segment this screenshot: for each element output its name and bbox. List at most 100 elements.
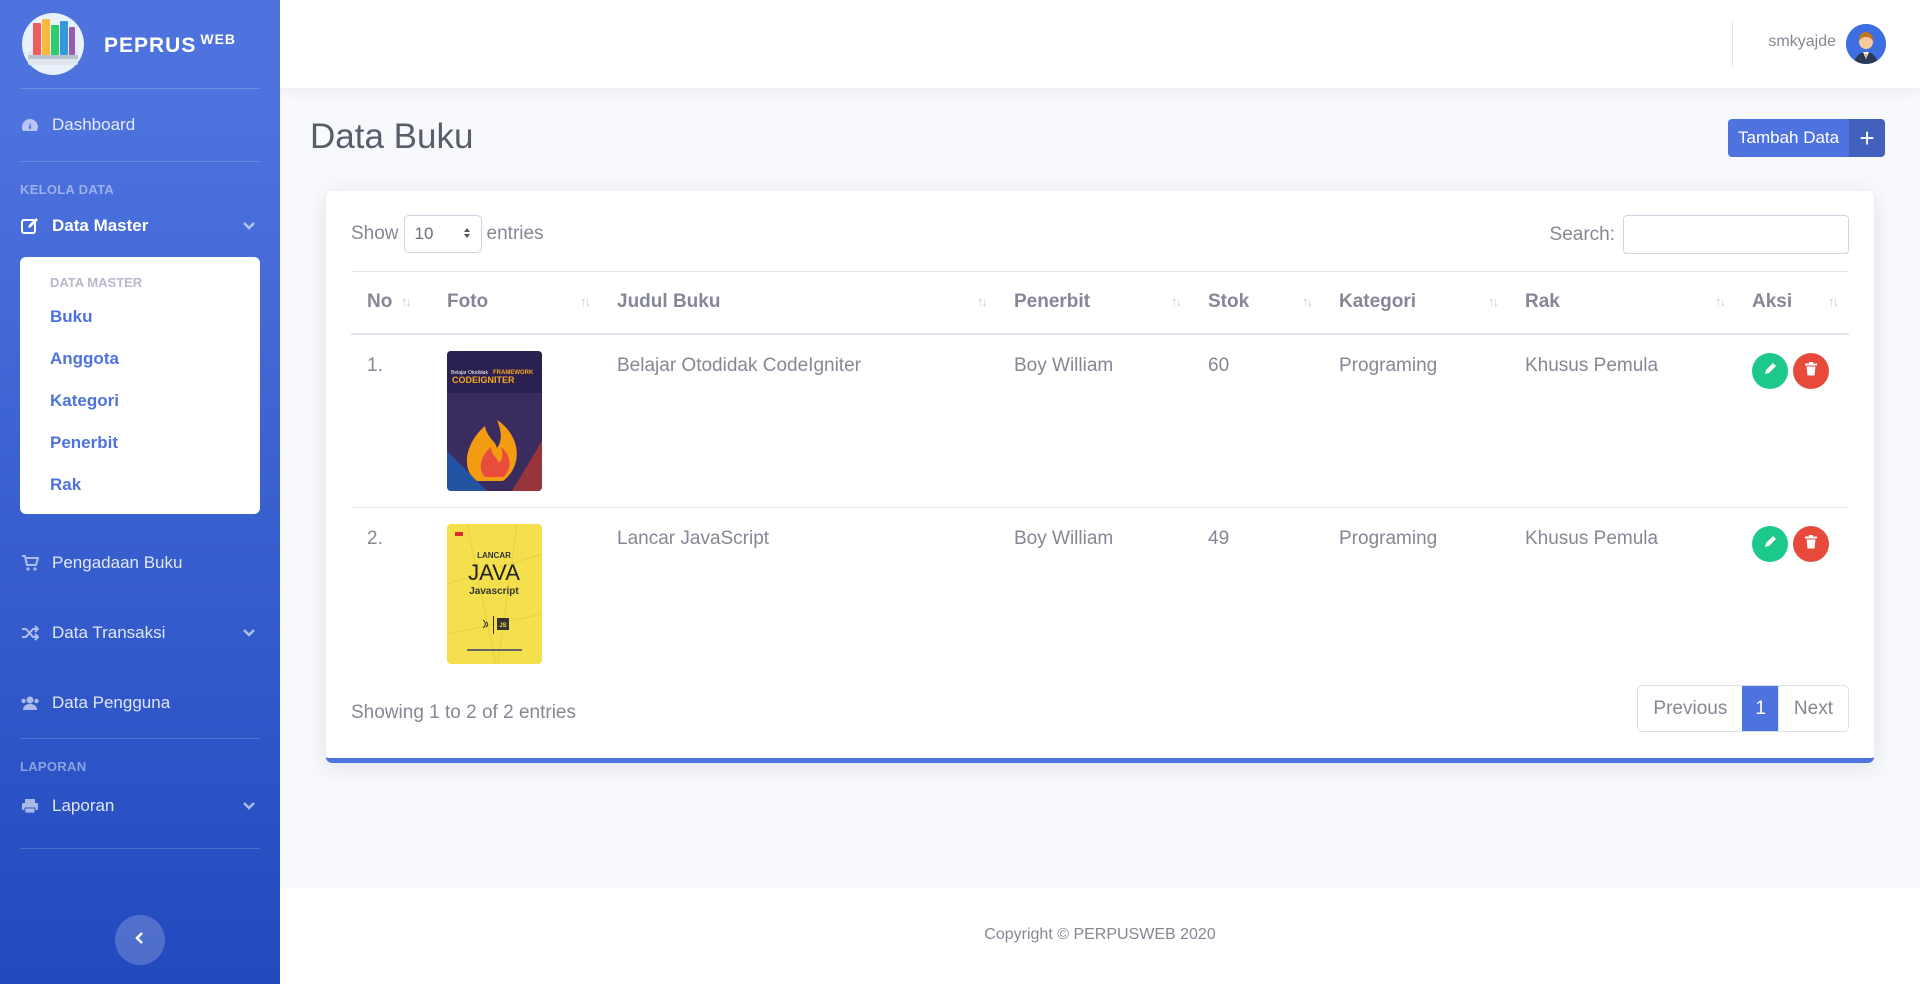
sort-asc-icon: ↑↓ [401,294,412,309]
entries-label: entries [486,223,544,244]
sort-icon: ↑↓ [580,294,591,309]
col-header-stok[interactable]: Stok ↑↓ [1192,271,1323,335]
col-header-rak[interactable]: Rak ↑↓ [1509,271,1736,335]
col-header-foto[interactable]: Foto ↑↓ [431,271,601,335]
sort-icon: ↑↓ [1171,294,1182,309]
svg-text:JAVA: JAVA [468,560,520,585]
pencil-icon [1763,360,1777,382]
submenu-item-anggota[interactable]: Anggota [20,338,260,380]
entries-select[interactable]: 10 [403,215,482,253]
cell-rak: Khusus Pemula [1525,527,1659,549]
trash-icon [1805,533,1817,555]
cell-foto: Belajar Otodidak FRAMEWORK CODEIGNITER [431,333,601,508]
delete-button[interactable] [1793,352,1829,389]
cell-rak: Khusus Pemula [1509,333,1736,508]
pagination-page-1[interactable]: 1 [1742,686,1778,731]
cell-kategori: Programing [1323,333,1509,508]
cell-penerbit: Boy William [998,333,1192,508]
show-label: Show [351,223,399,244]
user-name[interactable]: smkyajde [1768,33,1836,51]
footer: Copyright © PERPUSWEB 2020 [280,888,1920,984]
sidebar-item-label: Data Master [52,216,149,235]
edit-icon [20,216,40,236]
chevron-left-icon [135,931,145,950]
edit-button[interactable] [1752,525,1788,562]
svg-text:JS: JS [499,623,506,629]
sidebar-divider [20,848,260,849]
sidebar-brand[interactable]: PEPRUS WEB [0,0,280,88]
sidebar-item-label: Data Pengguna [52,693,171,712]
cell-judul: Lancar JavaScript [617,527,770,549]
chevron-down-icon [242,623,256,643]
sort-icon: ↑↓ [1488,294,1499,309]
sort-arrows-icon [463,224,471,244]
sidebar-item-pengadaan[interactable]: Pengadaan Buku [0,528,280,598]
col-header-kategori[interactable]: Kategori ↑↓ [1323,271,1509,335]
sidebar-heading-kelola: KELOLA DATA [20,182,115,197]
table-search: Search: [1550,215,1849,254]
col-header-no[interactable]: No ↑↓ [351,271,431,335]
books-logo-icon [20,11,86,77]
cell-judul: Belajar Otodidak CodeIgniter [601,333,998,508]
cell-aksi [1736,333,1849,508]
cell-no: 2. [367,527,383,549]
printer-icon [20,796,40,816]
book-cover-codeigniter[interactable]: Belajar Otodidak FRAMEWORK CODEIGNITER [447,350,542,491]
sort-icon: ↑↓ [977,294,988,309]
submenu-header: DATA MASTER [50,275,143,290]
entries-value: 10 [414,224,434,243]
book-cover-javascript[interactable]: LANCAR JAVA Javascript JS [447,523,542,664]
delete-button[interactable] [1793,525,1829,562]
cell-foto: LANCAR JAVA Javascript JS [431,507,601,680]
sidebar-item-data-master[interactable]: Data Master [0,201,280,251]
svg-text:Javascript: Javascript [469,586,519,597]
sidebar-item-dashboard[interactable]: Dashboard [0,89,280,161]
search-label: Search: [1549,223,1615,245]
submenu-item-buku[interactable]: Buku [20,296,260,338]
submenu-item-penerbit[interactable]: Penerbit [20,422,260,464]
table-header-row: No ↑↓ Foto ↑↓ Judul Buku ↑↓ Penerbit ↑↓ Stok… [351,271,1849,335]
pagination-next[interactable]: Next [1777,686,1848,731]
col-header-judul[interactable]: Judul Buku ↑↓ [601,271,998,335]
sidebar-item-pengguna[interactable]: Data Pengguna [0,668,280,738]
sidebar-item-label: Data Transaksi [52,623,166,642]
add-data-button[interactable]: Tambah Data + [1728,119,1886,157]
sort-icon: ↑↓ [1828,294,1839,309]
copyright: Copyright © PERPUSWEB 2020 [984,926,1216,943]
book-table: No ↑↓ Foto ↑↓ Judul Buku ↑↓ Penerbit ↑↓ Stok… [351,271,1849,680]
chevron-down-icon [242,216,256,236]
col-header-penerbit[interactable]: Penerbit ↑↓ [998,271,1192,335]
avatar[interactable] [1846,24,1886,64]
cell-kategori: Programing [1339,527,1438,549]
shuffle-icon [20,623,40,643]
submenu-item-rak[interactable]: Rak [20,464,260,506]
table-row: 2. LANCAR JAVA Javascript JS Lancar Java… [351,507,1849,680]
cart-icon [20,553,40,573]
data-master-submenu: DATA MASTER Buku Anggota Kategori Penerb… [20,257,260,514]
sidebar-item-laporan[interactable]: Laporan [0,778,280,834]
submenu-item-kategori[interactable]: Kategori [20,380,260,422]
sidebar-toggle-button[interactable] [115,915,165,965]
pagination-previous[interactable]: Previous [1638,686,1742,731]
sidebar-item-transaksi[interactable]: Data Transaksi [0,598,280,668]
table-info: Showing 1 to 2 of 2 entries [351,702,576,723]
sidebar-item-label: Pengadaan Buku [52,553,183,572]
tachometer-icon [20,115,40,135]
sidebar-heading-laporan: LAPORAN [20,759,87,774]
col-header-aksi[interactable]: Aksi ↑↓ [1736,271,1849,335]
pencil-icon [1763,533,1777,555]
cell-stok: 60 [1192,333,1323,508]
cell-stok: 49 [1208,527,1230,549]
sidebar-item-label: Dashboard [52,115,136,134]
trash-icon [1805,360,1817,382]
sidebar: PEPRUS WEB Dashboard KELOLA DATA Data Mas… [0,0,280,984]
plus-icon: + [1849,119,1886,157]
svg-text:CODEIGNITER: CODEIGNITER [452,375,515,385]
search-input[interactable] [1623,215,1849,254]
topbar-divider [1732,20,1733,68]
cell-penerbit: Boy William [1014,527,1114,549]
chevron-down-icon [242,796,256,816]
sidebar-item-label: Laporan [52,796,115,815]
edit-button[interactable] [1752,352,1788,389]
page-title: Data Buku [310,117,474,156]
